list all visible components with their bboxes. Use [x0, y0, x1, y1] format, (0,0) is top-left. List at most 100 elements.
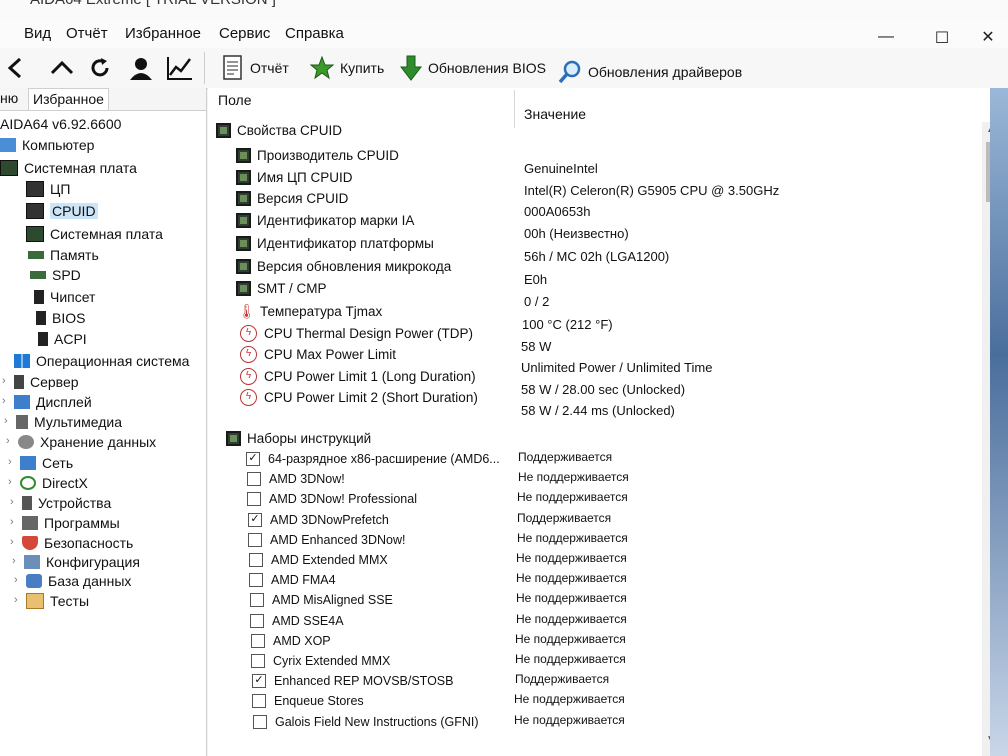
tree-item-acpi[interactable]: ACPI	[38, 329, 87, 349]
instruction-row[interactable]: Enqueue Stores	[252, 691, 364, 711]
checkbox-empty-icon[interactable]	[250, 614, 264, 628]
back-button[interactable]	[6, 54, 30, 82]
tree-item-display[interactable]: › Дисплей	[2, 392, 92, 412]
tab-menu[interactable]: ню	[0, 90, 18, 106]
menu-report[interactable]: Отчёт	[66, 25, 108, 42]
column-header-field[interactable]: Поле	[218, 92, 252, 108]
checkbox-empty-icon[interactable]	[247, 472, 261, 486]
tree-item-benchmarks[interactable]: › Тесты	[14, 591, 89, 611]
column-divider[interactable]	[514, 90, 515, 128]
tree-item-system-board[interactable]: Системная плата	[26, 224, 163, 244]
property-row[interactable]: Идентификатор марки IA	[236, 210, 414, 230]
property-row[interactable]: ϟ CPU Thermal Design Power (TDP)	[240, 323, 473, 343]
up-button[interactable]	[50, 54, 80, 82]
tree-item-programs[interactable]: › Программы	[10, 513, 120, 533]
tree-item-spd[interactable]: SPD	[30, 265, 81, 285]
instruction-row[interactable]: AMD Enhanced 3DNow!	[248, 530, 405, 550]
expand-icon[interactable]: ›	[12, 555, 16, 567]
refresh-button[interactable]	[88, 54, 118, 82]
minimize-icon[interactable]: —	[876, 28, 896, 46]
expand-icon[interactable]: ›	[10, 496, 14, 508]
tree-item-database[interactable]: › База данных	[14, 571, 131, 591]
property-row[interactable]: Идентификатор платформы	[236, 233, 434, 253]
group-header-cpuid[interactable]: Свойства CPUID	[216, 120, 342, 140]
checkbox-empty-icon[interactable]	[251, 654, 265, 668]
checkbox-empty-icon[interactable]	[251, 634, 265, 648]
group-header-instruction-sets[interactable]: Наборы инструкций	[226, 428, 371, 448]
tree-item-memory[interactable]: Память	[28, 245, 99, 265]
tree-root-version[interactable]: AIDA64 v6.92.6600	[0, 114, 121, 134]
instruction-row[interactable]: Galois Field New Instructions (GFNI)	[253, 712, 479, 732]
expand-icon[interactable]: ›	[10, 536, 14, 548]
expand-icon[interactable]: ›	[2, 375, 6, 387]
tree-item-directx[interactable]: › DirectX	[8, 473, 88, 493]
maximize-icon[interactable]: ☐	[932, 28, 952, 48]
tree-item-server[interactable]: › Сервер	[2, 372, 79, 392]
tree-item-cpu[interactable]: ЦП	[26, 179, 70, 199]
checkbox-empty-icon[interactable]	[249, 573, 263, 587]
property-row[interactable]: Версия обновления микрокода	[236, 256, 451, 276]
expand-icon[interactable]: ›	[2, 395, 6, 407]
tab-favorites[interactable]: Избранное	[28, 88, 109, 110]
tree-item-storage[interactable]: › Хранение данных	[6, 432, 156, 452]
report-button[interactable]: Отчёт	[222, 54, 289, 82]
property-row[interactable]: ϟ CPU Power Limit 1 (Long Duration)	[240, 366, 476, 386]
checkbox-empty-icon[interactable]	[252, 694, 266, 708]
expand-icon[interactable]: ›	[8, 476, 12, 488]
checkbox-empty-icon[interactable]	[249, 553, 263, 567]
expand-icon[interactable]: ›	[6, 435, 10, 447]
tree-item-cpuid[interactable]: CPUID	[26, 201, 98, 221]
checkbox-checked-icon[interactable]: ✓	[252, 674, 266, 688]
close-icon[interactable]: ✕	[978, 27, 998, 47]
instruction-row[interactable]: AMD MisAligned SSE	[250, 590, 393, 610]
property-row[interactable]: SMT / CMP	[236, 278, 327, 298]
tree-item-multimedia[interactable]: › Мультимедиа	[4, 412, 122, 432]
tree-item-computer[interactable]: Компьютер	[0, 135, 94, 155]
user-button[interactable]	[128, 54, 160, 82]
instruction-row[interactable]: AMD SSE4A	[250, 611, 344, 631]
instruction-row[interactable]: Cyrix Extended MMX	[251, 651, 390, 671]
instruction-row[interactable]: AMD Extended MMX	[249, 550, 388, 570]
instruction-row[interactable]: AMD 3DNow!	[247, 469, 345, 489]
checkbox-empty-icon[interactable]	[253, 715, 267, 729]
property-row[interactable]: Версия CPUID	[236, 188, 348, 208]
tree-item-bios[interactable]: BIOS	[36, 308, 85, 328]
buy-button[interactable]: Купить	[310, 54, 384, 82]
tree-item-configuration[interactable]: › Конфигурация	[12, 552, 140, 572]
expand-icon[interactable]: ›	[8, 456, 12, 468]
property-row[interactable]: Производитель CPUID	[236, 145, 399, 165]
chart-button[interactable]	[166, 54, 200, 82]
menu-view[interactable]: Вид	[24, 25, 51, 42]
menu-help[interactable]: Справка	[285, 25, 344, 42]
checkbox-empty-icon[interactable]	[247, 492, 261, 506]
instruction-row[interactable]: ✓ Enhanced REP MOVSB/STOSB	[252, 671, 454, 691]
tree-item-devices[interactable]: › Устройства	[10, 493, 111, 513]
tree-item-security[interactable]: › Безопасность	[10, 533, 133, 553]
tree-item-chipset[interactable]: Чипсет	[34, 287, 95, 307]
instruction-row[interactable]: AMD XOP	[251, 631, 331, 651]
checkbox-checked-icon[interactable]: ✓	[248, 513, 262, 527]
expand-icon[interactable]: ›	[14, 594, 18, 606]
menu-service[interactable]: Сервис	[219, 25, 270, 42]
instruction-row[interactable]: AMD 3DNow! Professional	[247, 489, 417, 509]
instruction-row[interactable]: AMD FMA4	[249, 570, 336, 590]
checkbox-empty-icon[interactable]	[248, 533, 262, 547]
property-row[interactable]: ϟ CPU Power Limit 2 (Short Duration)	[240, 387, 478, 407]
tree-item-motherboard[interactable]: Системная плата	[0, 158, 137, 178]
instruction-row[interactable]: ✓ AMD 3DNowPrefetch	[248, 510, 389, 530]
expand-icon[interactable]: ›	[4, 415, 8, 427]
property-row[interactable]: Имя ЦП CPUID	[236, 167, 353, 187]
bios-updates-button[interactable]: Обновления BIOS	[400, 54, 546, 82]
checkbox-empty-icon[interactable]	[250, 593, 264, 607]
driver-updates-button[interactable]: Обновления драйверов	[558, 58, 742, 86]
property-row[interactable]: 🌡 Температура Tjmax	[238, 301, 382, 321]
expand-icon[interactable]: ›	[10, 516, 14, 528]
tree-item-os[interactable]: Операционная система	[14, 351, 189, 371]
property-row[interactable]: ϟ CPU Max Power Limit	[240, 344, 396, 364]
tree-item-network[interactable]: › Сеть	[8, 453, 73, 473]
column-header-value[interactable]: Значение	[524, 106, 586, 122]
expand-icon[interactable]: ›	[14, 574, 18, 586]
instruction-row[interactable]: ✓ 64-разрядное x86-расширение (AMD6...	[246, 449, 500, 469]
menu-favorites[interactable]: Избранное	[125, 25, 201, 42]
checkbox-checked-icon[interactable]: ✓	[246, 452, 260, 466]
